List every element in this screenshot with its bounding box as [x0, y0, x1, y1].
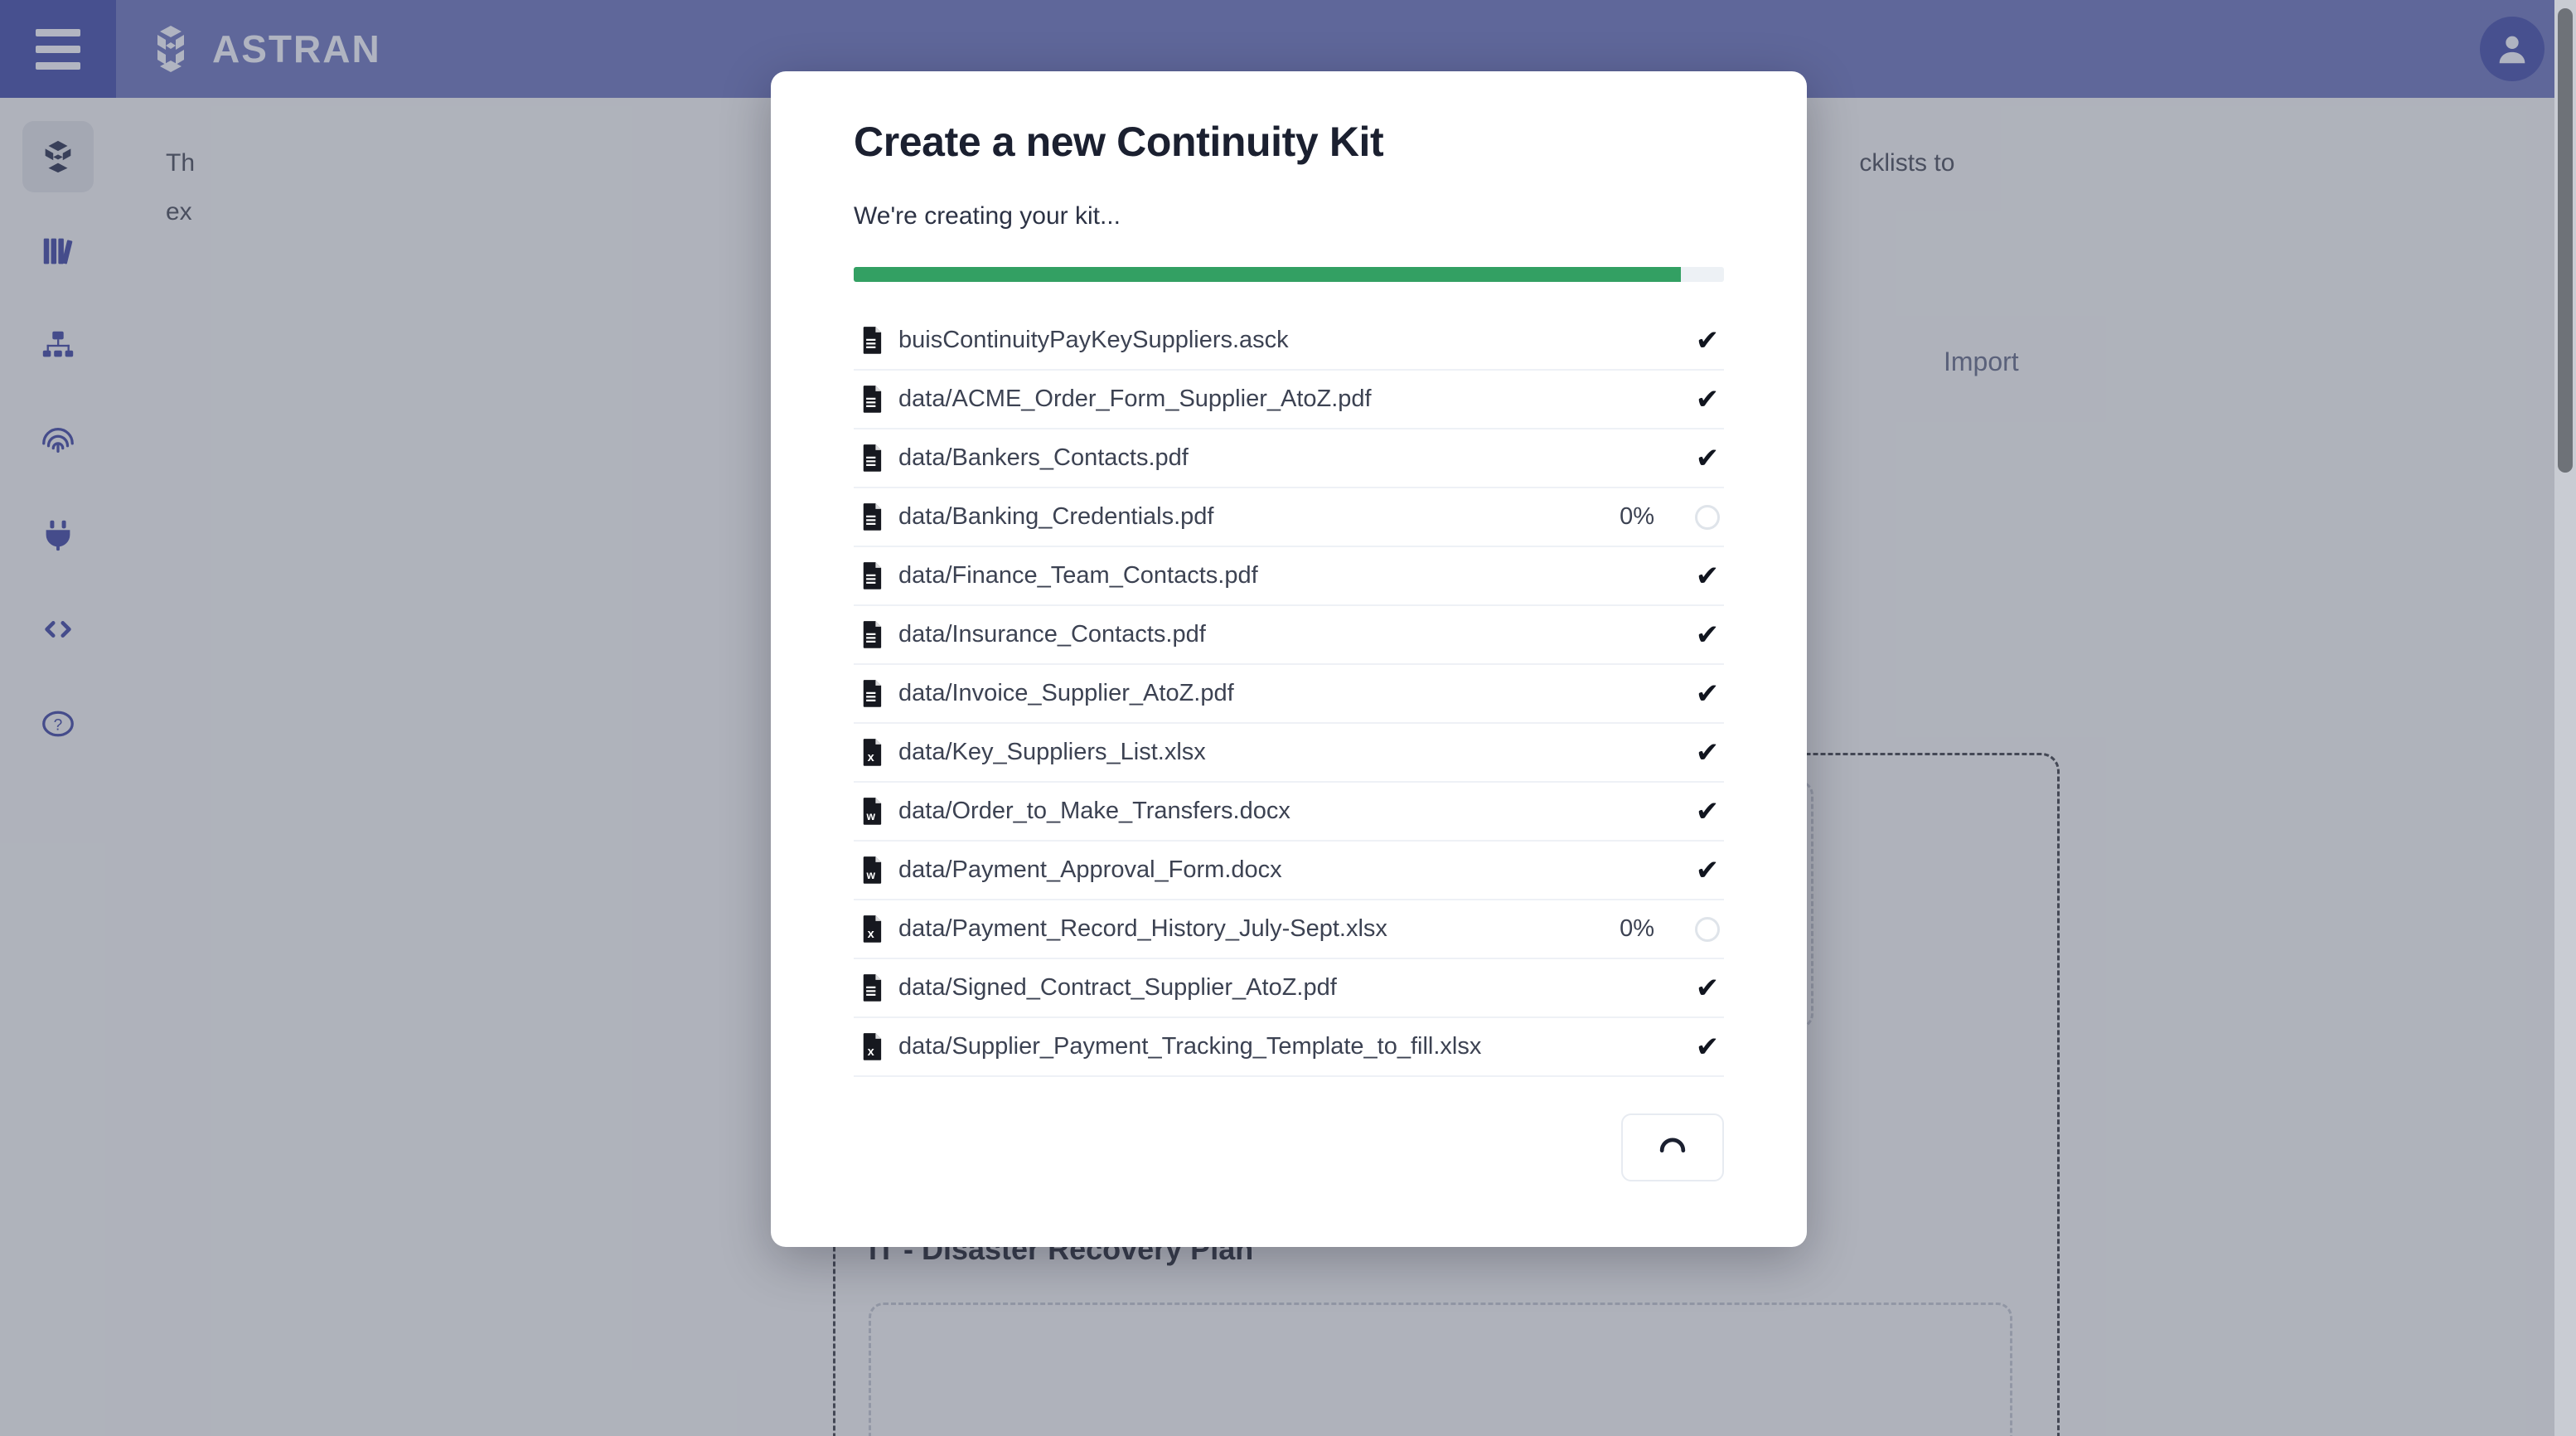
application-window: ASTRAN ? Th cklists to ex Import IT - Di…	[0, 0, 2576, 1436]
word-file-icon: w	[854, 797, 892, 827]
file-name-label: data/Payment_Record_History_July-Sept.xl…	[898, 915, 1387, 942]
file-name-label: buisContinuityPayKeySuppliers.asck	[898, 327, 1289, 353]
spinner-icon	[1659, 1138, 1686, 1153]
file-upload-row[interactable]: data/Insurance_Contacts.pdf ✔	[854, 606, 1724, 665]
file-upload-row[interactable]: data/ACME_Order_Form_Supplier_AtoZ.pdf ✔	[854, 371, 1724, 429]
file-upload-row[interactable]: x data/Key_Suppliers_List.xlsx ✔	[854, 724, 1724, 783]
word-file-icon: w	[854, 856, 892, 885]
svg-text:x: x	[868, 928, 875, 941]
file-name-label: data/ACME_Order_Form_Supplier_AtoZ.pdf	[898, 386, 1372, 412]
file-status-check-icon: ✔	[1695, 383, 1720, 415]
scrollbar-thumb[interactable]	[2558, 8, 2573, 473]
create-continuity-kit-modal: Create a new Continuity Kit We're creati…	[771, 71, 1807, 1247]
page-scrollbar[interactable]	[2554, 0, 2576, 1436]
file-status-check-icon: ✔	[1695, 560, 1720, 592]
file-name-label: data/Order_to_Make_Transfers.docx	[898, 798, 1290, 824]
svg-text:x: x	[868, 751, 875, 764]
modal-footer	[854, 1077, 1724, 1181]
file-upload-row[interactable]: w data/Order_to_Make_Transfers.docx ✔	[854, 783, 1724, 842]
file-progress-percent: 0%	[1620, 503, 1654, 530]
svg-text:w: w	[865, 869, 875, 881]
file-status-check-icon: ✔	[1695, 795, 1720, 827]
modal-title: Create a new Continuity Kit	[854, 119, 1384, 165]
upload-progress-bar	[854, 267, 1724, 282]
file-status-check-icon: ✔	[1695, 972, 1720, 1004]
upload-progress-fill	[854, 267, 1681, 282]
file-status-check-icon: ✔	[1695, 324, 1720, 357]
document-file-icon	[854, 679, 892, 709]
file-upload-row[interactable]: w data/Payment_Approval_Form.docx ✔	[854, 842, 1724, 900]
modal-subtitle: We're creating your kit...	[854, 202, 1121, 230]
file-upload-row[interactable]: data/Invoice_Supplier_AtoZ.pdf ✔	[854, 665, 1724, 724]
document-file-icon	[854, 561, 892, 591]
file-upload-row[interactable]: x data/Supplier_Payment_Tracking_Template…	[854, 1018, 1724, 1077]
document-file-icon	[854, 326, 892, 356]
file-upload-row[interactable]: data/Signed_Contract_Supplier_AtoZ.pdf ✔	[854, 959, 1724, 1018]
document-file-icon	[854, 502, 892, 532]
document-file-icon	[854, 620, 892, 650]
svg-text:w: w	[865, 810, 875, 822]
file-status-check-icon: ✔	[1695, 677, 1720, 710]
document-file-icon	[854, 973, 892, 1003]
file-upload-row[interactable]: data/Finance_Team_Contacts.pdf ✔	[854, 547, 1724, 606]
excel-file-icon: x	[854, 1032, 892, 1062]
excel-file-icon: x	[854, 738, 892, 768]
file-status-pending-icon	[1691, 916, 1724, 942]
file-upload-list: buisContinuityPayKeySuppliers.asck ✔ data/…	[854, 312, 1724, 1077]
file-name-label: data/Key_Suppliers_List.xlsx	[898, 739, 1206, 765]
file-status-pending-icon	[1691, 504, 1724, 530]
file-name-label: data/Supplier_Payment_Tracking_Template_…	[898, 1033, 1482, 1060]
file-name-label: data/Finance_Team_Contacts.pdf	[898, 562, 1258, 589]
file-status-check-icon: ✔	[1695, 442, 1720, 474]
file-status-check-icon: ✔	[1695, 1031, 1720, 1063]
document-file-icon	[854, 444, 892, 473]
file-name-label: data/Invoice_Supplier_AtoZ.pdf	[898, 680, 1234, 706]
file-name-label: data/Signed_Contract_Supplier_AtoZ.pdf	[898, 974, 1337, 1001]
file-upload-row[interactable]: x data/Payment_Record_History_July-Sept.x…	[854, 900, 1724, 959]
document-file-icon	[854, 385, 892, 415]
excel-file-icon: x	[854, 914, 892, 944]
file-status-check-icon: ✔	[1695, 854, 1720, 886]
file-status-check-icon: ✔	[1695, 736, 1720, 769]
loading-spinner-button[interactable]	[1621, 1113, 1724, 1181]
file-progress-percent: 0%	[1620, 915, 1654, 942]
svg-text:x: x	[868, 1045, 875, 1059]
file-name-label: data/Bankers_Contacts.pdf	[898, 444, 1189, 471]
file-status-check-icon: ✔	[1695, 619, 1720, 651]
file-upload-row[interactable]: data/Banking_Credentials.pdf 0%	[854, 488, 1724, 547]
file-name-label: data/Payment_Approval_Form.docx	[898, 856, 1282, 883]
file-upload-row[interactable]: buisContinuityPayKeySuppliers.asck ✔	[854, 312, 1724, 371]
file-name-label: data/Banking_Credentials.pdf	[898, 503, 1214, 530]
file-name-label: data/Insurance_Contacts.pdf	[898, 621, 1206, 648]
file-upload-row[interactable]: data/Bankers_Contacts.pdf ✔	[854, 429, 1724, 488]
